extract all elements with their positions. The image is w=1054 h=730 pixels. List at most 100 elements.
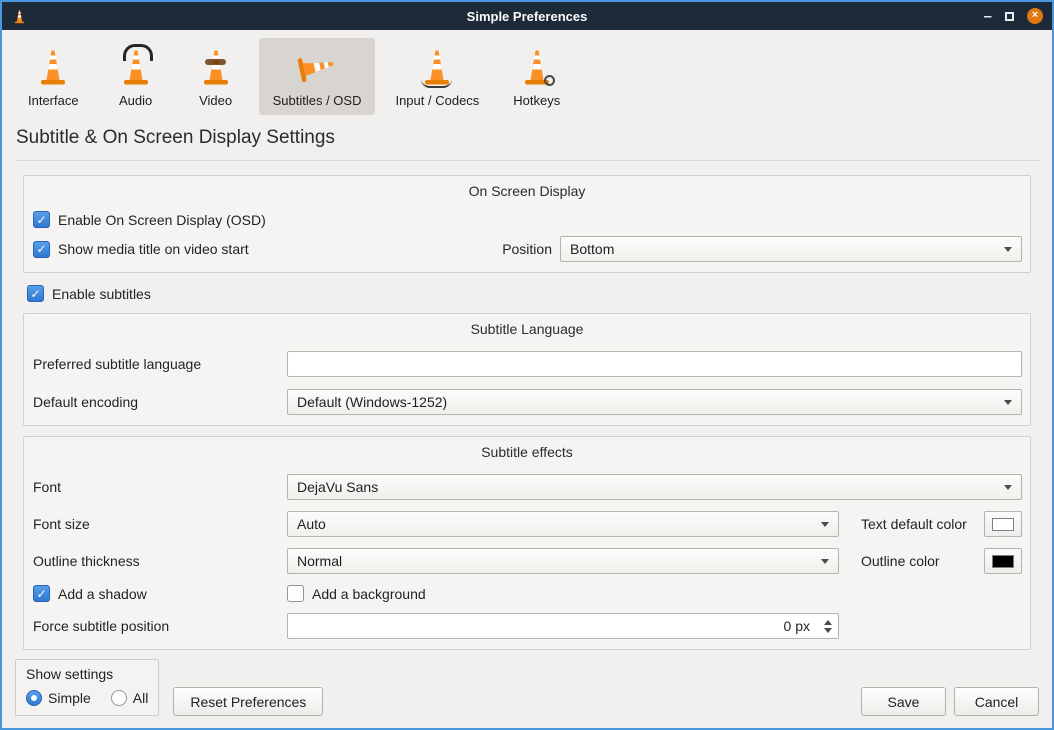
- check-icon: ✓: [36, 588, 46, 600]
- add-background-checkbox[interactable]: [287, 585, 304, 602]
- radio-all[interactable]: [111, 690, 127, 706]
- toolbar-item-video[interactable]: Video: [179, 38, 253, 115]
- video-icon: [193, 44, 239, 90]
- show-settings-group: Show settings Simple All: [15, 659, 159, 716]
- reset-preferences-button[interactable]: Reset Preferences: [173, 687, 323, 716]
- titlebar[interactable]: Simple Preferences – ×: [2, 2, 1052, 30]
- font-select[interactable]: DejaVu Sans: [287, 474, 1022, 500]
- position-select[interactable]: Bottom: [560, 236, 1022, 262]
- enable-osd-label: Enable On Screen Display (OSD): [58, 212, 266, 228]
- toolbar-item-label: Input / Codecs: [395, 93, 479, 108]
- chevron-down-icon: [821, 522, 829, 527]
- enable-subtitles-label: Enable subtitles: [52, 286, 151, 302]
- toolbar-item-audio[interactable]: Audio: [99, 38, 173, 115]
- page-title: Subtitle & On Screen Display Settings: [16, 127, 1038, 149]
- check-icon: ✓: [30, 288, 40, 300]
- force-subtitle-position-label: Force subtitle position: [33, 618, 287, 634]
- radio-simple-label: Simple: [48, 690, 91, 706]
- toolbar-item-hotkeys[interactable]: Hotkeys: [499, 38, 574, 115]
- close-button[interactable]: ×: [1027, 8, 1043, 24]
- add-shadow-label: Add a shadow: [58, 586, 147, 602]
- show-media-title-row: ✓ Show media title on video start: [33, 241, 249, 258]
- font-label: Font: [33, 479, 287, 495]
- input-codecs-icon: [414, 44, 460, 90]
- hotkeys-icon: [514, 44, 560, 90]
- settings-content: On Screen Display ✓ Enable On Screen Dis…: [2, 161, 1052, 650]
- close-icon: ×: [1032, 10, 1038, 21]
- preferred-language-input[interactable]: [287, 351, 1022, 377]
- add-shadow-row: ✓ Add a shadow: [33, 585, 287, 602]
- force-position-spinbox[interactable]: 0 px: [287, 613, 839, 639]
- text-default-color-button[interactable]: [984, 511, 1022, 537]
- text-color-swatch: [992, 518, 1014, 531]
- outline-color-label: Outline color: [861, 553, 940, 569]
- audio-icon: [113, 44, 159, 90]
- save-button[interactable]: Save: [861, 687, 946, 716]
- chevron-down-icon: [1004, 485, 1012, 490]
- toolbar-item-interface[interactable]: Interface: [14, 38, 93, 115]
- group-title: On Screen Display: [32, 180, 1022, 203]
- preferences-window: Simple Preferences – × Interface Audio V…: [0, 0, 1054, 730]
- enable-subtitles-checkbox[interactable]: ✓: [27, 285, 44, 302]
- font-size-label: Font size: [33, 516, 287, 532]
- outline-color-button[interactable]: [984, 548, 1022, 574]
- vlc-logo-icon: [11, 8, 28, 25]
- group-title: Subtitle effects: [32, 441, 1022, 464]
- check-icon: ✓: [36, 214, 46, 226]
- position-label: Position: [502, 241, 552, 257]
- default-encoding-label: Default encoding: [33, 394, 287, 410]
- chevron-down-icon: [1004, 400, 1012, 405]
- subtitles-osd-icon: [294, 44, 340, 90]
- footer: Show settings Simple All Reset Preferenc…: [2, 659, 1052, 728]
- enable-osd-checkbox[interactable]: ✓: [33, 211, 50, 228]
- enable-subtitles-row: ✓ Enable subtitles: [27, 285, 1031, 302]
- add-shadow-checkbox[interactable]: ✓: [33, 585, 50, 602]
- minimize-button[interactable]: –: [984, 8, 992, 24]
- radio-simple[interactable]: [26, 690, 42, 706]
- group-title: Subtitle Language: [32, 318, 1022, 341]
- window-title: Simple Preferences: [2, 9, 1052, 24]
- show-media-title-label: Show media title on video start: [58, 241, 249, 257]
- spin-up-icon[interactable]: [824, 620, 832, 625]
- chevron-down-icon: [1004, 247, 1012, 252]
- group-on-screen-display: On Screen Display ✓ Enable On Screen Dis…: [23, 175, 1031, 273]
- font-size-value: Auto: [297, 516, 326, 532]
- show-media-title-checkbox[interactable]: ✓: [33, 241, 50, 258]
- group-subtitle-effects: Subtitle effects Font DejaVu Sans Font s…: [23, 436, 1031, 650]
- toolbar-item-label: Hotkeys: [513, 93, 560, 108]
- chevron-down-icon: [821, 559, 829, 564]
- outline-color-swatch: [992, 555, 1014, 568]
- text-default-color-label: Text default color: [861, 516, 967, 532]
- font-select-value: DejaVu Sans: [297, 479, 378, 495]
- outline-thickness-label: Outline thickness: [33, 553, 287, 569]
- page-header: Subtitle & On Screen Display Settings: [15, 121, 1039, 161]
- show-settings-title: Show settings: [26, 666, 148, 682]
- toolbar-item-label: Interface: [28, 93, 79, 108]
- toolbar-item-label: Video: [199, 93, 232, 108]
- force-position-value: 0 px: [288, 618, 818, 634]
- preferences-toolbar: Interface Audio Video Subtitles / OSD In…: [2, 30, 1052, 119]
- toolbar-item-label: Subtitles / OSD: [273, 93, 362, 108]
- radio-all-label: All: [133, 690, 149, 706]
- default-encoding-select[interactable]: Default (Windows-1252): [287, 389, 1022, 415]
- default-encoding-value: Default (Windows-1252): [297, 394, 447, 410]
- radio-dot-icon: [31, 695, 37, 701]
- preferred-language-label: Preferred subtitle language: [33, 356, 287, 372]
- check-icon: ✓: [36, 243, 46, 255]
- group-subtitle-language: Subtitle Language Preferred subtitle lan…: [23, 313, 1031, 426]
- position-select-value: Bottom: [570, 241, 614, 257]
- outline-thickness-select[interactable]: Normal: [287, 548, 839, 574]
- interface-icon: [30, 44, 76, 90]
- enable-osd-row: ✓ Enable On Screen Display (OSD): [33, 211, 266, 228]
- minimize-icon: –: [984, 8, 992, 25]
- toolbar-item-subtitles-osd[interactable]: Subtitles / OSD: [259, 38, 376, 115]
- cancel-button[interactable]: Cancel: [954, 687, 1039, 716]
- toolbar-item-input-codecs[interactable]: Input / Codecs: [381, 38, 493, 115]
- restore-button[interactable]: [1005, 8, 1014, 24]
- font-size-select[interactable]: Auto: [287, 511, 839, 537]
- add-background-label: Add a background: [312, 586, 426, 602]
- outline-thickness-value: Normal: [297, 553, 342, 569]
- toolbar-item-label: Audio: [119, 93, 152, 108]
- restore-icon: [1005, 12, 1014, 21]
- spin-down-icon[interactable]: [824, 628, 832, 633]
